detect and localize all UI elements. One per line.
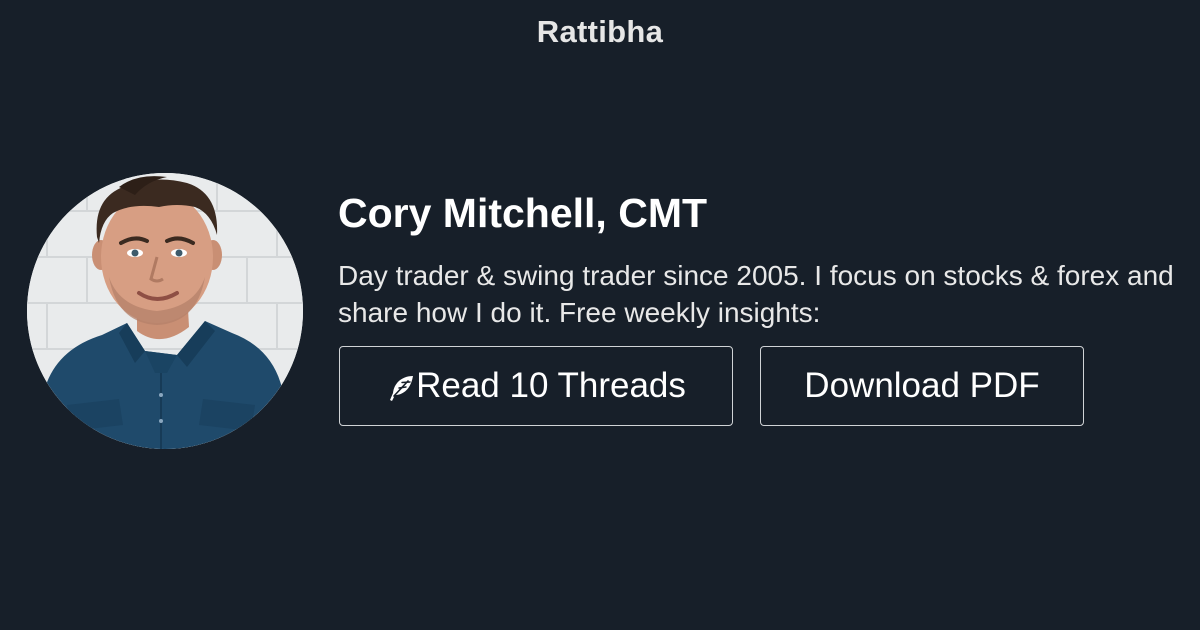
download-pdf-label: Download PDF bbox=[804, 366, 1040, 405]
avatar-photo bbox=[27, 173, 303, 449]
read-threads-label: Read 10 Threads bbox=[416, 366, 686, 405]
profile-bio: Day trader & swing trader since 2005. I … bbox=[338, 260, 1174, 328]
feather-icon bbox=[386, 373, 416, 403]
profile-name: Cory Mitchell, CMT bbox=[338, 190, 708, 236]
read-threads-button[interactable]: Read 10 Threads bbox=[339, 346, 733, 426]
site-brand[interactable]: Rattibha bbox=[0, 14, 1200, 50]
profile-avatar bbox=[27, 173, 303, 449]
download-pdf-button[interactable]: Download PDF bbox=[760, 346, 1084, 426]
